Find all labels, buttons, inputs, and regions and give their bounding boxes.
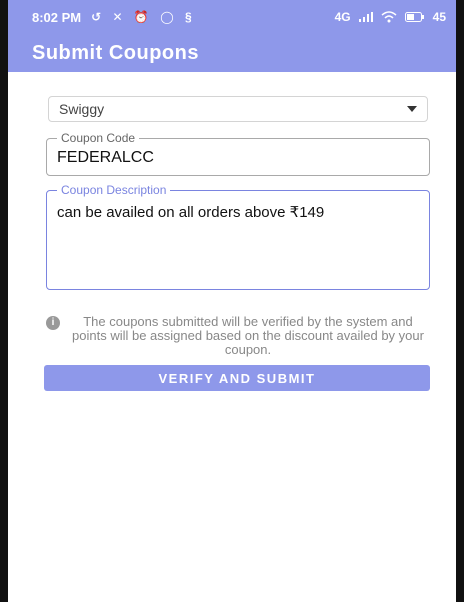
device-frame-left: [0, 0, 8, 602]
phone-screen: 8:02 PM ↺ ✕ ⏰ ◯ § 4G 45 Submit Coupons S…: [8, 0, 456, 602]
store-dropdown[interactable]: Swiggy: [48, 96, 428, 122]
wifi-icon: [381, 11, 397, 23]
coupon-description-label: Coupon Description: [57, 183, 171, 197]
coupon-description-value: can be availed on all orders above ₹149: [57, 204, 325, 221]
app-bar: Submit Coupons: [8, 34, 456, 72]
coupon-code-label: Coupon Code: [57, 131, 140, 145]
battery-level: 45: [432, 10, 446, 24]
network-indicator: 4G: [334, 10, 351, 24]
info-text: The coupons submitted will be verified b…: [72, 314, 424, 357]
coupon-code-value: FEDERALCC: [57, 149, 154, 166]
coupon-code-field[interactable]: Coupon Code FEDERALCC: [46, 131, 430, 176]
info-icon: i: [46, 316, 60, 330]
status-right: 4G 45: [335, 10, 446, 24]
info-note: i The coupons submitted will be verified…: [46, 315, 430, 357]
coupon-description-field[interactable]: Coupon Description can be availed on all…: [46, 183, 430, 290]
battery-icon: [404, 12, 424, 22]
signal-icon: [358, 12, 373, 22]
caret-down-icon: [407, 106, 417, 112]
device-frame-right: [456, 0, 464, 602]
page-title: Submit Coupons: [32, 41, 199, 64]
store-selected-value: Swiggy: [59, 101, 105, 117]
status-time: 8:02 PM: [32, 9, 82, 25]
notification-icons: ↺ ✕ ⏰ ◯ §: [91, 10, 196, 24]
verify-and-submit-button[interactable]: VERIFY AND SUBMIT: [44, 365, 430, 391]
status-bar: 8:02 PM ↺ ✕ ⏰ ◯ § 4G 45: [8, 0, 456, 34]
